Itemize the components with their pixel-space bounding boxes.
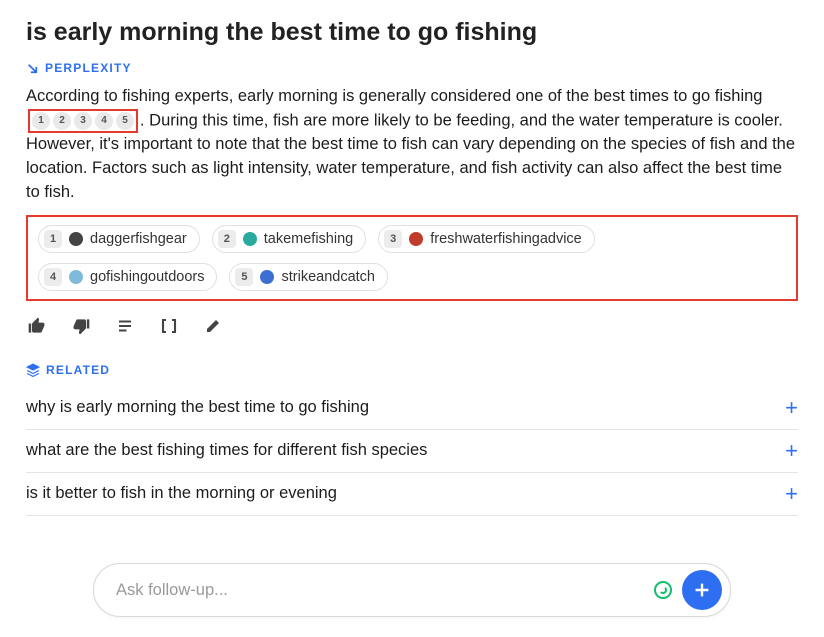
answer-pre: According to fishing experts, early morn… [26, 87, 762, 105]
send-button[interactable] [682, 570, 722, 610]
source-name: freshwaterfishingadvice [430, 231, 582, 247]
source-list: 1 daggerfishgear 2 takemefishing 3 fresh… [26, 215, 798, 301]
stack-icon [26, 363, 40, 377]
source-pill[interactable]: 4 gofishingoutdoors [38, 263, 217, 291]
source-pill[interactable]: 3 freshwaterfishingadvice [378, 225, 595, 253]
favicon-icon [409, 232, 423, 246]
copy-button[interactable] [158, 315, 180, 337]
source-number: 3 [384, 230, 402, 248]
view-list-button[interactable] [114, 315, 136, 337]
source-name: daggerfishgear [90, 231, 187, 247]
source-number: 5 [235, 268, 253, 286]
favicon-icon [260, 270, 274, 284]
inline-citation[interactable]: 4 [95, 112, 113, 130]
followup-bar [93, 563, 731, 617]
thumbs-down-button[interactable] [70, 315, 92, 337]
grammarly-icon[interactable] [654, 581, 672, 599]
answer-text: According to fishing experts, early morn… [26, 85, 798, 205]
list-icon [116, 317, 134, 335]
source-name: gofishingoutdoors [90, 269, 204, 285]
related-section: RELATED why is early morning the best ti… [26, 363, 798, 516]
followup-input[interactable] [116, 581, 654, 600]
edit-button[interactable] [202, 315, 224, 337]
related-label-text: RELATED [46, 363, 110, 377]
favicon-icon [69, 270, 83, 284]
related-item[interactable]: why is early morning the best time to go… [26, 387, 798, 430]
source-number: 4 [44, 268, 62, 286]
inline-citation[interactable]: 3 [74, 112, 92, 130]
answer-post: . During this time, fish are more likely… [26, 111, 795, 201]
inline-citation[interactable]: 5 [116, 112, 134, 130]
related-item-text: why is early morning the best time to go… [26, 398, 369, 417]
plus-icon: + [785, 483, 798, 505]
plus-icon: + [785, 397, 798, 419]
brand-label: PERPLEXITY [26, 61, 798, 75]
source-number: 2 [218, 230, 236, 248]
edit-icon [204, 317, 222, 335]
inline-citation-group: 1 2 3 4 5 [28, 109, 138, 133]
favicon-icon [69, 232, 83, 246]
source-pill[interactable]: 1 daggerfishgear [38, 225, 200, 253]
source-name: strikeandcatch [281, 269, 375, 285]
inline-citation[interactable]: 2 [53, 112, 71, 130]
source-name: takemefishing [264, 231, 353, 247]
source-pill[interactable]: 5 strikeandcatch [229, 263, 388, 291]
source-number: 1 [44, 230, 62, 248]
source-pill[interactable]: 2 takemefishing [212, 225, 366, 253]
related-label: RELATED [26, 363, 798, 377]
favicon-icon [243, 232, 257, 246]
related-item-text: what are the best fishing times for diff… [26, 441, 427, 460]
brand-label-text: PERPLEXITY [45, 61, 132, 75]
action-bar [26, 315, 798, 337]
arrow-down-right-icon [26, 62, 39, 75]
related-item[interactable]: what are the best fishing times for diff… [26, 430, 798, 473]
plus-icon [691, 579, 713, 601]
page-title: is early morning the best time to go fis… [26, 18, 798, 47]
related-item[interactable]: is it better to fish in the morning or e… [26, 473, 798, 516]
inline-citation[interactable]: 1 [32, 112, 50, 130]
thumbs-up-icon [27, 316, 47, 336]
brackets-icon [160, 317, 178, 335]
plus-icon: + [785, 440, 798, 462]
related-list: why is early morning the best time to go… [26, 387, 798, 516]
thumbs-up-button[interactable] [26, 315, 48, 337]
related-item-text: is it better to fish in the morning or e… [26, 484, 337, 503]
thumbs-down-icon [71, 316, 91, 336]
